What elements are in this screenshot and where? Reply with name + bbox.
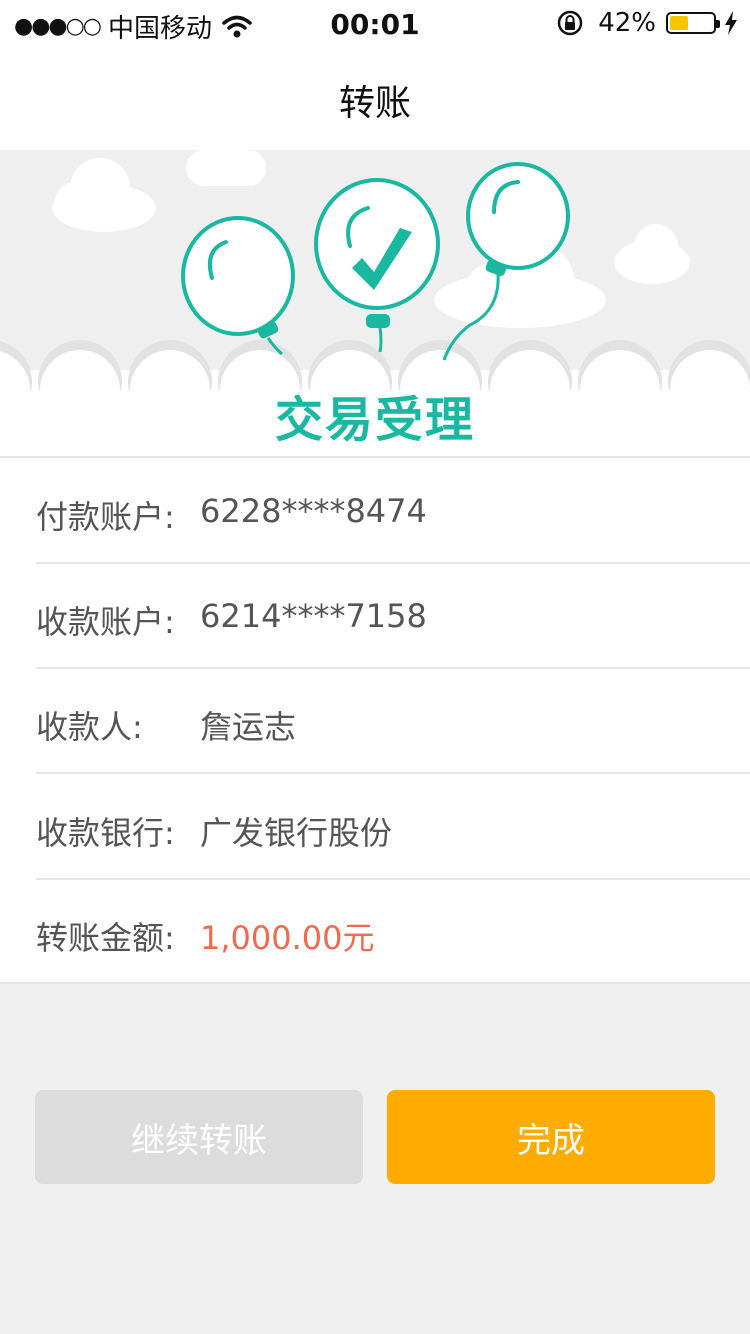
battery-icon [666, 12, 720, 34]
row-value: 6214****7158 [200, 597, 427, 635]
row-value: 广发银行股份 [200, 814, 393, 852]
continue-transfer-button[interactable]: 继续转账 [35, 1090, 363, 1184]
status-bar-right: 42% [556, 8, 738, 38]
list-item-payer-account: 付款账户: 6228****8474 [36, 458, 750, 564]
row-label: 收款人: [36, 708, 143, 746]
rotation-lock-icon [557, 10, 583, 36]
status-bar: ●●●○○ 中国移动 00:01 42% [0, 0, 750, 48]
transfer-details-list: 付款账户: 6228****8474 收款账户: 6214****7158 收款… [0, 456, 750, 984]
list-item-payee-name: 收款人: 詹运志 [36, 668, 750, 774]
page-title: 转账 [338, 83, 411, 124]
battery-level [670, 16, 688, 30]
row-label: 收款银行: [36, 814, 175, 852]
row-label: 付款账户: [36, 498, 175, 536]
success-title: 交易受理 [274, 392, 475, 448]
row-value: 6228****8474 [200, 492, 427, 530]
row-value: 詹运志 [200, 708, 297, 746]
row-label: 转账金额: [36, 919, 175, 957]
row-label: 收款账户: [36, 603, 175, 641]
list-item-payee-bank: 收款银行: 广发银行股份 [36, 774, 750, 880]
list-item-payee-account: 收款账户: 6214****7158 [36, 563, 750, 669]
charging-bolt-icon [725, 11, 737, 35]
done-button[interactable]: 完成 [387, 1090, 715, 1184]
amount-value: 1,000.00元 [200, 919, 375, 957]
list-item-amount: 转账金额: 1,000.00元 [36, 879, 750, 983]
battery-tip [716, 20, 720, 28]
navigation-bar: 转账 [0, 48, 750, 150]
success-banner: 交易受理 [0, 150, 750, 456]
battery-percent: 42% [598, 8, 656, 38]
